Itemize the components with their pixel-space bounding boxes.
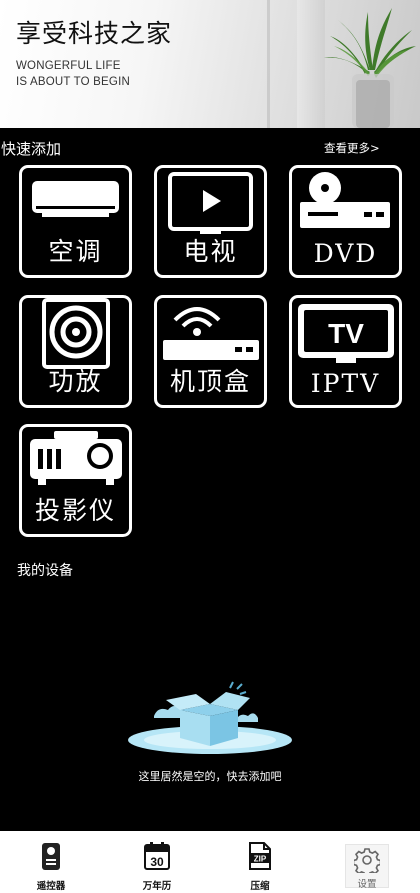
my-devices-label: 我的设备 [17, 563, 73, 579]
svg-text:TV: TV [328, 318, 364, 349]
tile-air-conditioner[interactable]: 空调 [19, 165, 132, 278]
nav-label: 万年历 [142, 881, 172, 892]
calendar-icon: 30 [144, 842, 170, 870]
header-banner: 享受科技之家 WONGERFUL LIFE IS ABOUT TO BEGIN [0, 0, 420, 128]
tile-amplifier[interactable]: 功放 [19, 295, 132, 408]
tile-iptv[interactable]: TV IPTV [289, 295, 402, 408]
nav-settings[interactable]: 设置 [345, 844, 389, 890]
tile-label: 功放 [48, 367, 103, 396]
bottom-nav: 遥控器 30 万年历 ZIP 压缩 设置 [0, 831, 420, 893]
nav-label: 遥控器 [36, 881, 66, 892]
nav-remote[interactable]: 遥控器 [16, 831, 86, 893]
banner-subtitle-line2: IS ABOUT TO BEGIN [16, 76, 130, 88]
app-title: 享受科技之家 [16, 19, 173, 48]
tile-dvd[interactable]: DVD [289, 165, 402, 278]
tile-label: 电视 [183, 237, 238, 266]
tile-label: 空调 [48, 237, 103, 266]
tile-label: DVD [313, 239, 378, 268]
tile-label: 机顶盒 [169, 367, 251, 396]
nav-label: 压缩 [250, 881, 270, 892]
empty-state-text: 这里居然是空的，快去添加吧 [138, 770, 282, 783]
banner-subtitle-line1: WONGERFUL LIFE [16, 60, 121, 72]
tile-set-top-box[interactable]: 机顶盒 [154, 295, 267, 408]
gear-icon [354, 848, 380, 873]
tile-label: IPTV [310, 369, 381, 398]
zip-label: ZIP [254, 855, 267, 864]
quick-add-label: 快速添加 [1, 140, 62, 158]
nav-compress[interactable]: ZIP 压缩 [225, 831, 295, 893]
view-more-link[interactable]: 查看更多> [324, 140, 380, 156]
remote-icon [42, 843, 60, 870]
zip-file-icon: ZIP [249, 842, 271, 870]
nav-calendar[interactable]: 30 万年历 [122, 831, 192, 893]
plant-image [324, 8, 416, 128]
quick-add-header: 快速添加 查看更多> [0, 136, 420, 160]
tile-tv[interactable]: 电视 [154, 165, 267, 278]
empty-box-icon [128, 681, 292, 754]
calendar-day: 30 [150, 855, 164, 869]
nav-label: 设置 [357, 879, 377, 890]
tile-label: 投影仪 [34, 496, 116, 525]
tile-projector[interactable]: 投影仪 [19, 424, 132, 537]
